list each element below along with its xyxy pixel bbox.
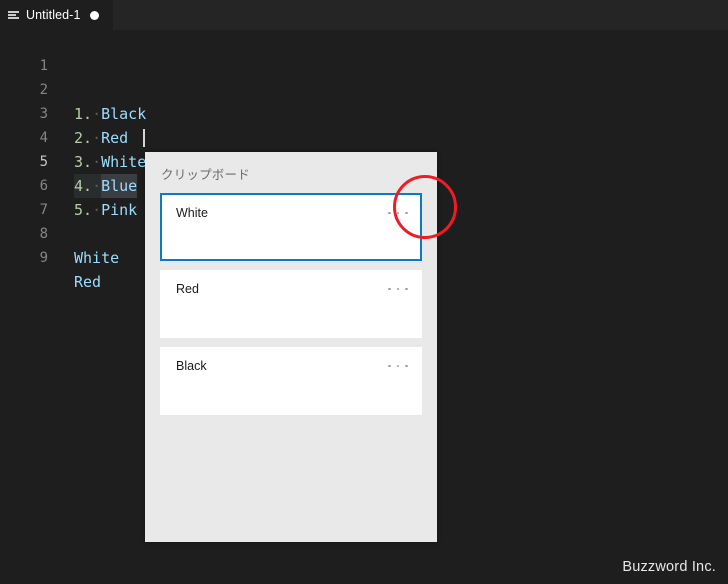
more-options-icon[interactable] [388,358,408,374]
code-line[interactable]: 3 2.·Red [0,78,728,147]
clipboard-item-black[interactable]: Black [160,347,422,415]
line-content: White [74,246,119,270]
more-options-icon[interactable] [388,281,408,297]
clipboard-item-text: Black [176,359,207,373]
text-cursor [143,129,145,147]
line-word: White [74,249,120,267]
clipboard-item-white[interactable]: White [160,193,422,261]
clipboard-history-panel: クリップボード White Red Black [145,152,437,542]
code-editor-window: Untitled-1 1 2 1.·Black 3 2.·Red 4 3.·Wh… [0,0,728,584]
more-options-icon[interactable] [388,205,408,221]
code-line-active[interactable]: 5 4.·Blue [0,126,728,198]
clipboard-item-list: White Red Black [160,193,422,424]
clipboard-item-red[interactable]: Red [160,270,422,338]
clipboard-item-text: Red [176,282,199,296]
document-lines-icon [8,9,20,21]
editor-tab-bar: Untitled-1 [0,0,728,30]
tab-untitled-1[interactable]: Untitled-1 [0,0,113,30]
clipboard-item-text: White [176,206,208,220]
line-word: Red [74,273,102,291]
line-content: Red [74,270,101,294]
tab-label: Untitled-1 [26,8,81,22]
code-line[interactable]: 4 3.·White [0,102,728,171]
code-line[interactable]: 1 [0,30,728,74]
code-line[interactable]: 2 1.·Black [0,54,728,123]
unsaved-changes-dot-icon[interactable] [89,10,99,20]
line-number: 9 [39,250,48,266]
clipboard-panel-title: クリップボード [161,168,250,182]
watermark-text: Buzzword Inc. [622,559,716,575]
